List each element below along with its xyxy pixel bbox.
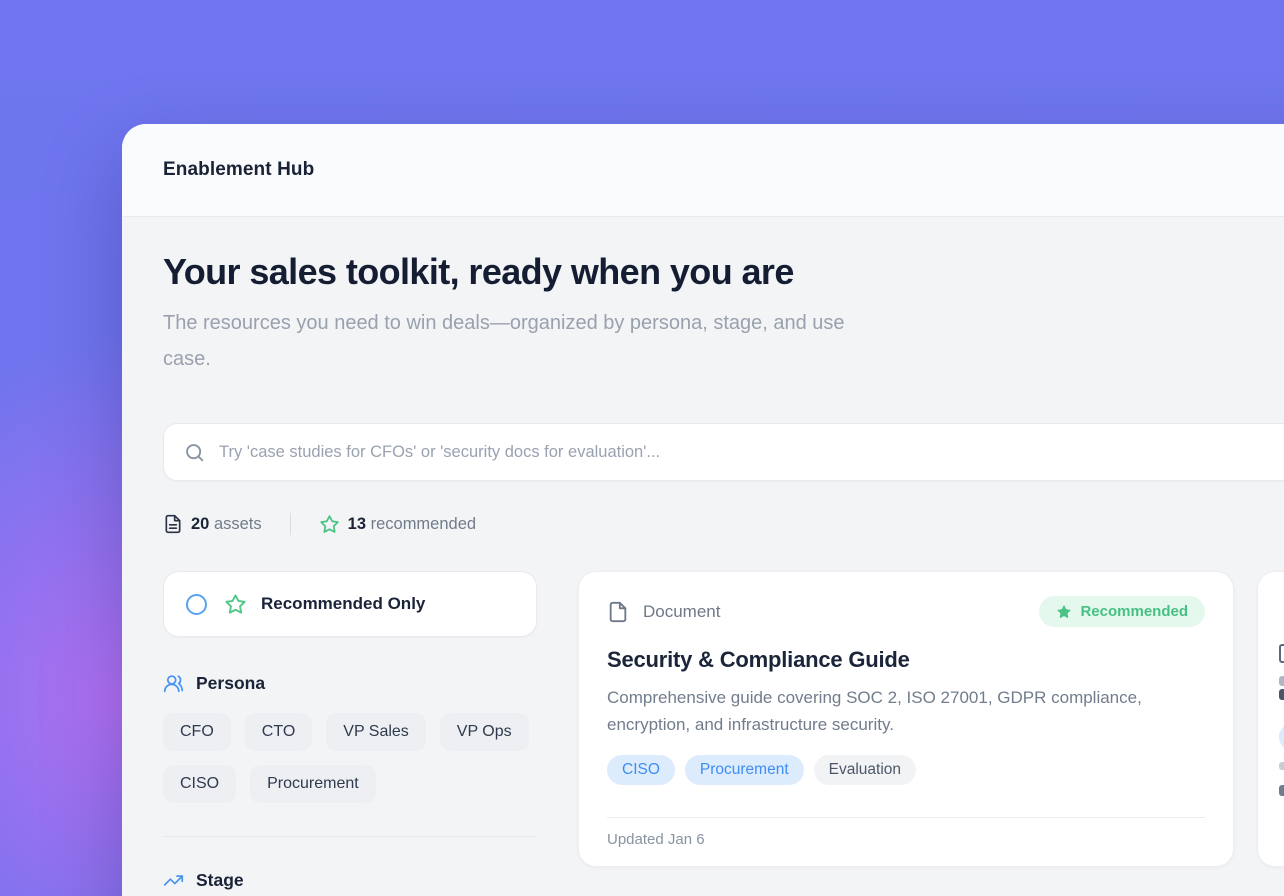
search-icon [184,442,205,463]
star-filled-icon [1056,604,1072,620]
card-updated-fragment [1279,785,1284,796]
persona-chip-vp-ops[interactable]: VP Ops [440,713,529,751]
star-icon [224,593,247,616]
star-icon [319,514,340,535]
asset-card-security-compliance-guide[interactable]: Document Recommended Security & Complian… [578,571,1234,867]
radio-circle-icon[interactable] [186,594,207,615]
asset-card-clipped[interactable] [1257,571,1284,867]
recommended-only-toggle[interactable]: Recommended Only [163,571,537,637]
window-header: Enablement Hub [122,124,1284,217]
card-footer: Updated Jan 6 [607,817,1205,866]
persona-chip-list: CFO CTO VP Sales VP Ops CISO Procurement [163,713,537,803]
assets-label: assets [214,515,262,533]
persona-section-header: Persona [163,673,537,694]
stats-row: 20 assets 13 recommended [163,509,1284,539]
assets-count-stat: 20 assets [163,514,262,534]
card-divider-fragment [1279,762,1284,770]
file-icon [607,601,629,623]
window-body: Your sales toolkit, ready when you are T… [122,251,1284,891]
card-tag-list: CISO Procurement Evaluation [607,755,1205,785]
file-icon [1279,644,1284,663]
tag-ciso: CISO [607,755,675,785]
enablement-hub-window: Enablement Hub Your sales toolkit, ready… [122,124,1284,896]
card-header: Document Recommended [607,596,1205,627]
search-bar [163,423,1284,481]
persona-chip-procurement[interactable]: Procurement [250,765,376,803]
persona-section-label: Persona [196,673,265,694]
card-tag-fragment [1279,723,1284,751]
persona-chip-cto[interactable]: CTO [245,713,312,751]
recommended-count-stat: 13 recommended [319,514,476,535]
filters-sidebar: Recommended Only Persona CFO CTO VP Sales V… [163,571,537,891]
card-title-fragment [1279,689,1284,700]
tag-procurement: Procurement [685,755,804,785]
stats-divider [290,513,291,535]
app-title: Enablement Hub [163,159,314,181]
tag-evaluation: Evaluation [814,755,916,785]
asset-card-grid: Document Recommended Security & Complian… [578,571,1284,867]
persona-chip-ciso[interactable]: CISO [163,765,236,803]
card-title: Security & Compliance Guide [607,647,1205,673]
stage-section-label: Stage [196,870,244,891]
recommended-only-label: Recommended Only [261,594,425,614]
page-subtitle: The resources you need to win deals—orga… [163,305,863,377]
sidebar-divider [163,836,537,837]
card-type-label: Document [643,602,720,622]
recommended-count: 13 [348,515,366,533]
screen: Enablement Hub Your sales toolkit, ready… [0,0,1284,896]
stage-section-header: Stage [163,870,537,891]
assets-count: 20 [191,515,209,533]
trending-up-icon [163,870,184,891]
content-area: Recommended Only Persona CFO CTO VP Sales V… [163,571,1284,891]
card-description: Comprehensive guide covering SOC 2, ISO … [607,684,1187,738]
recommended-badge-label: Recommended [1080,603,1188,620]
recommended-label: recommended [371,515,476,533]
card-title-fragment [1279,676,1284,686]
users-icon [163,673,184,694]
card-type: Document [607,601,720,623]
page-title: Your sales toolkit, ready when you are [163,251,1284,293]
recommended-badge: Recommended [1039,596,1205,627]
card-updated-date: Updated Jan 6 [607,818,1205,866]
persona-chip-cfo[interactable]: CFO [163,713,231,751]
persona-chip-vp-sales[interactable]: VP Sales [326,713,426,751]
file-text-icon [163,514,183,534]
search-input[interactable] [219,443,1284,462]
